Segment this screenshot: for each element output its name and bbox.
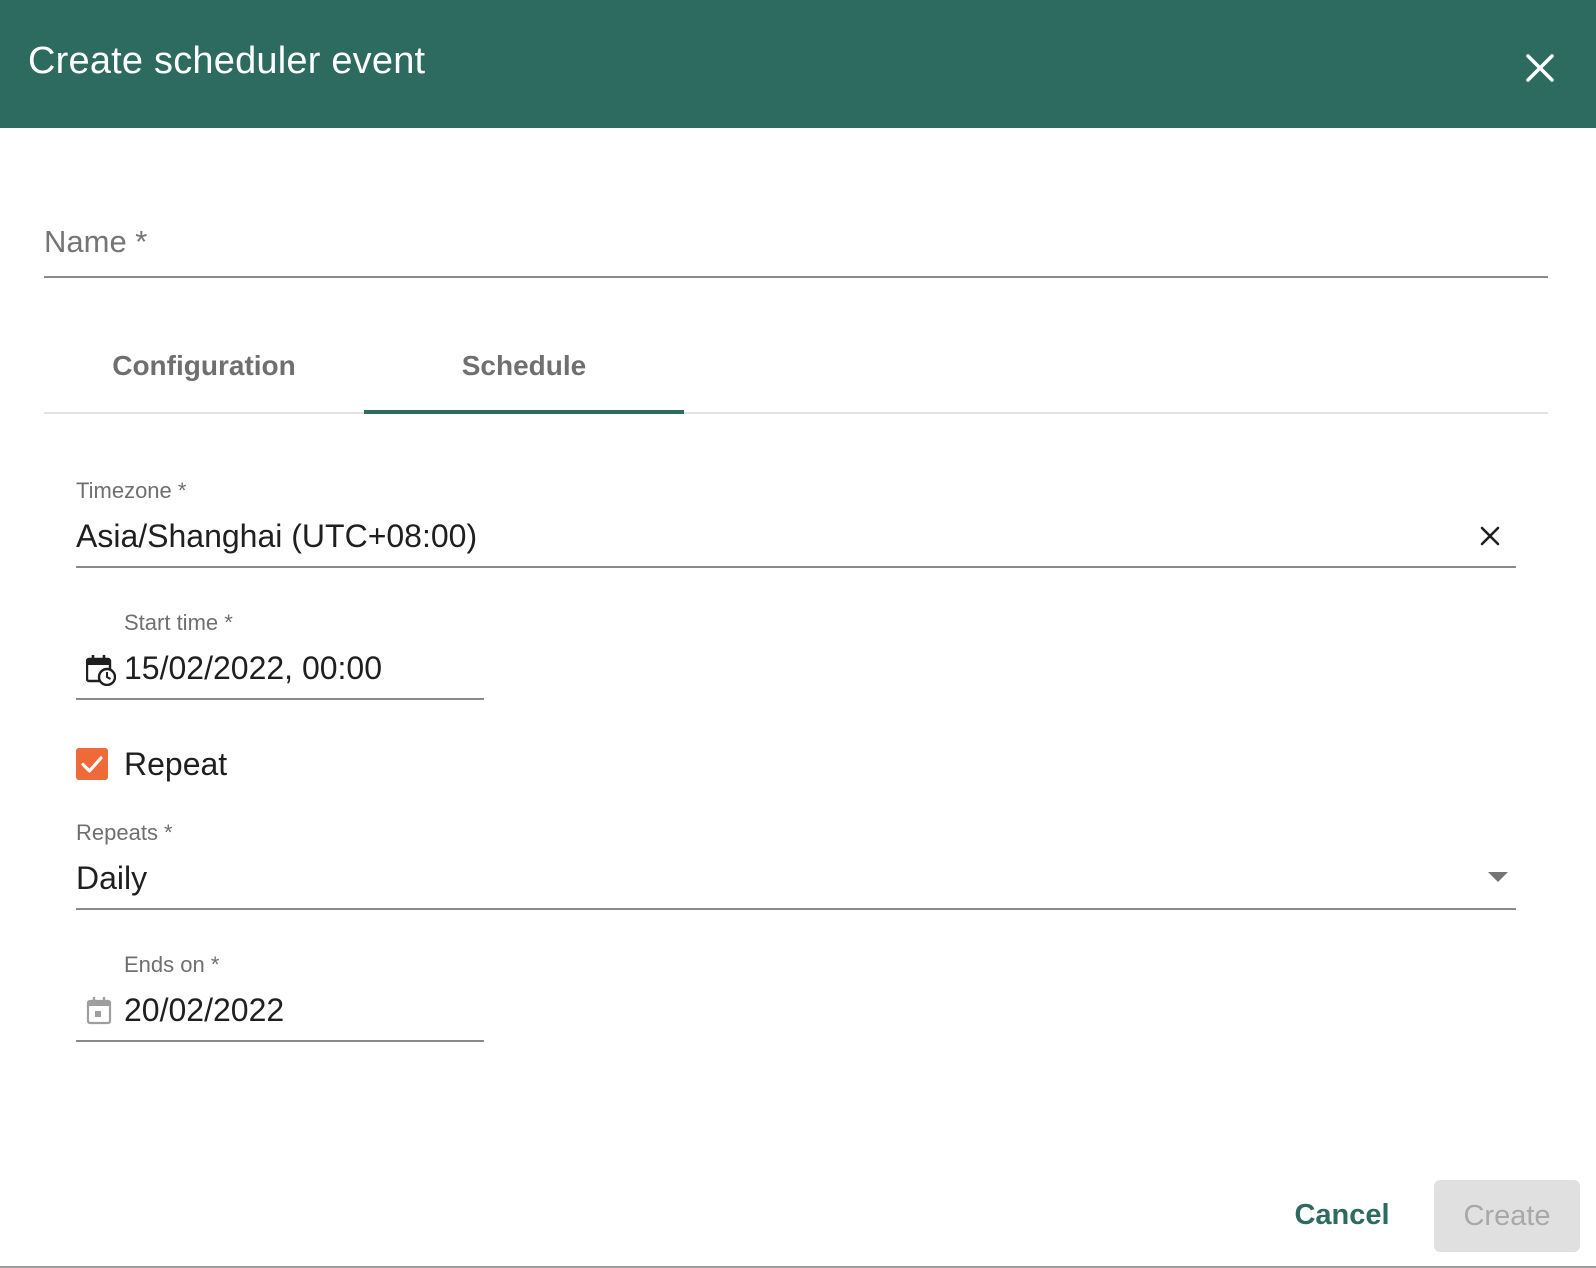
repeat-checkbox[interactable] (76, 748, 108, 780)
ends-on-underline (76, 1040, 484, 1042)
calendar-clock-icon (85, 655, 117, 687)
repeat-label[interactable]: Repeat (124, 746, 227, 783)
repeats-underline (76, 908, 1516, 910)
calendar-icon (86, 997, 112, 1025)
timezone-clear-button[interactable] (1476, 522, 1504, 550)
tab-configuration[interactable]: Configuration (44, 320, 364, 412)
name-input[interactable]: Name * (44, 200, 1548, 278)
timezone-input[interactable]: Asia/Shanghai (UTC+08:00) (76, 518, 1436, 555)
tab-bar: Configuration Schedule (44, 320, 1548, 414)
tab-schedule[interactable]: Schedule (364, 320, 684, 412)
repeats-select[interactable]: Daily (76, 860, 1456, 897)
dialog-header: Create scheduler event (0, 0, 1596, 128)
checkmark-icon (81, 756, 103, 773)
repeats-dropdown-button[interactable] (1484, 868, 1512, 886)
timezone-label: Timezone * (76, 478, 187, 503)
create-button[interactable]: Create (1434, 1180, 1580, 1252)
dialog-title: Create scheduler event (28, 40, 426, 82)
close-icon (1526, 54, 1554, 82)
start-time-label: Start time * (124, 610, 233, 635)
dropdown-arrow-icon (1488, 872, 1508, 882)
scheduler-event-dialog: Create scheduler event Name * Configurat… (0, 0, 1596, 1268)
repeats-label: Repeats * (76, 820, 173, 845)
cancel-button[interactable]: Cancel (1290, 1180, 1394, 1250)
timezone-underline (76, 566, 1516, 568)
ends-on-picker-button[interactable] (86, 996, 116, 1028)
start-time-picker-button[interactable] (85, 654, 117, 687)
start-time-input[interactable]: 15/02/2022, 00:00 (124, 650, 382, 687)
ends-on-input[interactable]: 20/02/2022 (124, 992, 284, 1029)
active-tab-indicator (364, 410, 684, 414)
name-placeholder: Name * (44, 224, 148, 259)
clear-icon (1480, 526, 1500, 546)
start-time-underline (76, 698, 484, 700)
ends-on-label: Ends on * (124, 952, 220, 977)
close-button[interactable] (1520, 48, 1560, 88)
